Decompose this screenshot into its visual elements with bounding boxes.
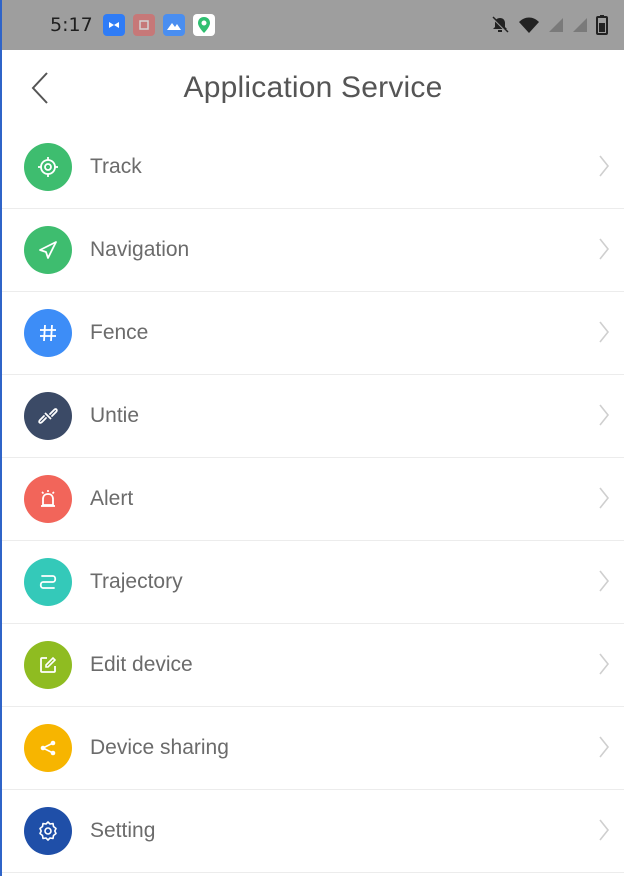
menu-item-fence[interactable]: Fence xyxy=(2,292,624,375)
chevron-right-icon xyxy=(598,154,610,178)
menu-item-label: Fence xyxy=(90,321,149,344)
menu-item-label: Edit device xyxy=(90,653,193,676)
app-frame: 5:17 Application Service Track Navigatio… xyxy=(0,0,624,876)
menu-item-label: Track xyxy=(90,155,142,178)
signal-icon xyxy=(548,16,564,34)
system-icons xyxy=(490,15,608,35)
chevron-right-icon xyxy=(598,735,610,759)
app-icon-location-pin xyxy=(192,14,215,36)
chevron-right-icon xyxy=(598,569,610,593)
chevron-right-icon xyxy=(598,320,610,344)
unlink-icon xyxy=(24,392,72,440)
menu-item-label: Device sharing xyxy=(90,736,229,759)
alarm-icon xyxy=(24,475,72,523)
hash-icon xyxy=(24,309,72,357)
route-icon xyxy=(24,558,72,606)
share-icon xyxy=(24,724,72,772)
menu-item-alert[interactable]: Alert xyxy=(2,458,624,541)
target-icon xyxy=(24,143,72,191)
menu-item-device-sharing[interactable]: Device sharing xyxy=(2,707,624,790)
chevron-right-icon xyxy=(598,486,610,510)
page-title: Application Service xyxy=(183,71,443,104)
signal-icon xyxy=(572,16,588,34)
menu-item-label: Untie xyxy=(90,404,140,427)
menu-item-label: Setting xyxy=(90,819,156,842)
status-time: 5:17 xyxy=(50,14,93,36)
edit-icon xyxy=(24,641,72,689)
menu-item-edit-device[interactable]: Edit device xyxy=(2,624,624,707)
chevron-right-icon xyxy=(598,818,610,842)
menu-item-navigation[interactable]: Navigation xyxy=(2,209,624,292)
app-icon-mountain xyxy=(162,14,185,36)
chevron-right-icon xyxy=(598,403,610,427)
notifications-off-icon xyxy=(490,15,510,35)
gear-icon xyxy=(24,807,72,855)
menu-item-label: Trajectory xyxy=(90,570,183,593)
wifi-icon xyxy=(518,16,540,34)
menu-item-setting[interactable]: Setting xyxy=(2,790,624,873)
service-menu-list: Track Navigation Fence Untie Alert Traje… xyxy=(2,126,624,873)
chevron-right-icon xyxy=(598,652,610,676)
app-icon-blue-chain xyxy=(102,14,125,36)
chevron-left-icon xyxy=(31,72,48,104)
battery-icon xyxy=(596,15,608,35)
menu-item-trajectory[interactable]: Trajectory xyxy=(2,541,624,624)
app-header: Application Service xyxy=(2,50,624,126)
back-button[interactable] xyxy=(20,68,60,108)
menu-item-label: Navigation xyxy=(90,238,190,261)
status-bar: 5:17 xyxy=(2,0,624,50)
menu-item-track[interactable]: Track xyxy=(2,126,624,209)
chevron-right-icon xyxy=(598,237,610,261)
menu-item-untie[interactable]: Untie xyxy=(2,375,624,458)
app-icon-red xyxy=(132,14,155,36)
send-icon xyxy=(24,226,72,274)
menu-item-label: Alert xyxy=(90,487,134,510)
